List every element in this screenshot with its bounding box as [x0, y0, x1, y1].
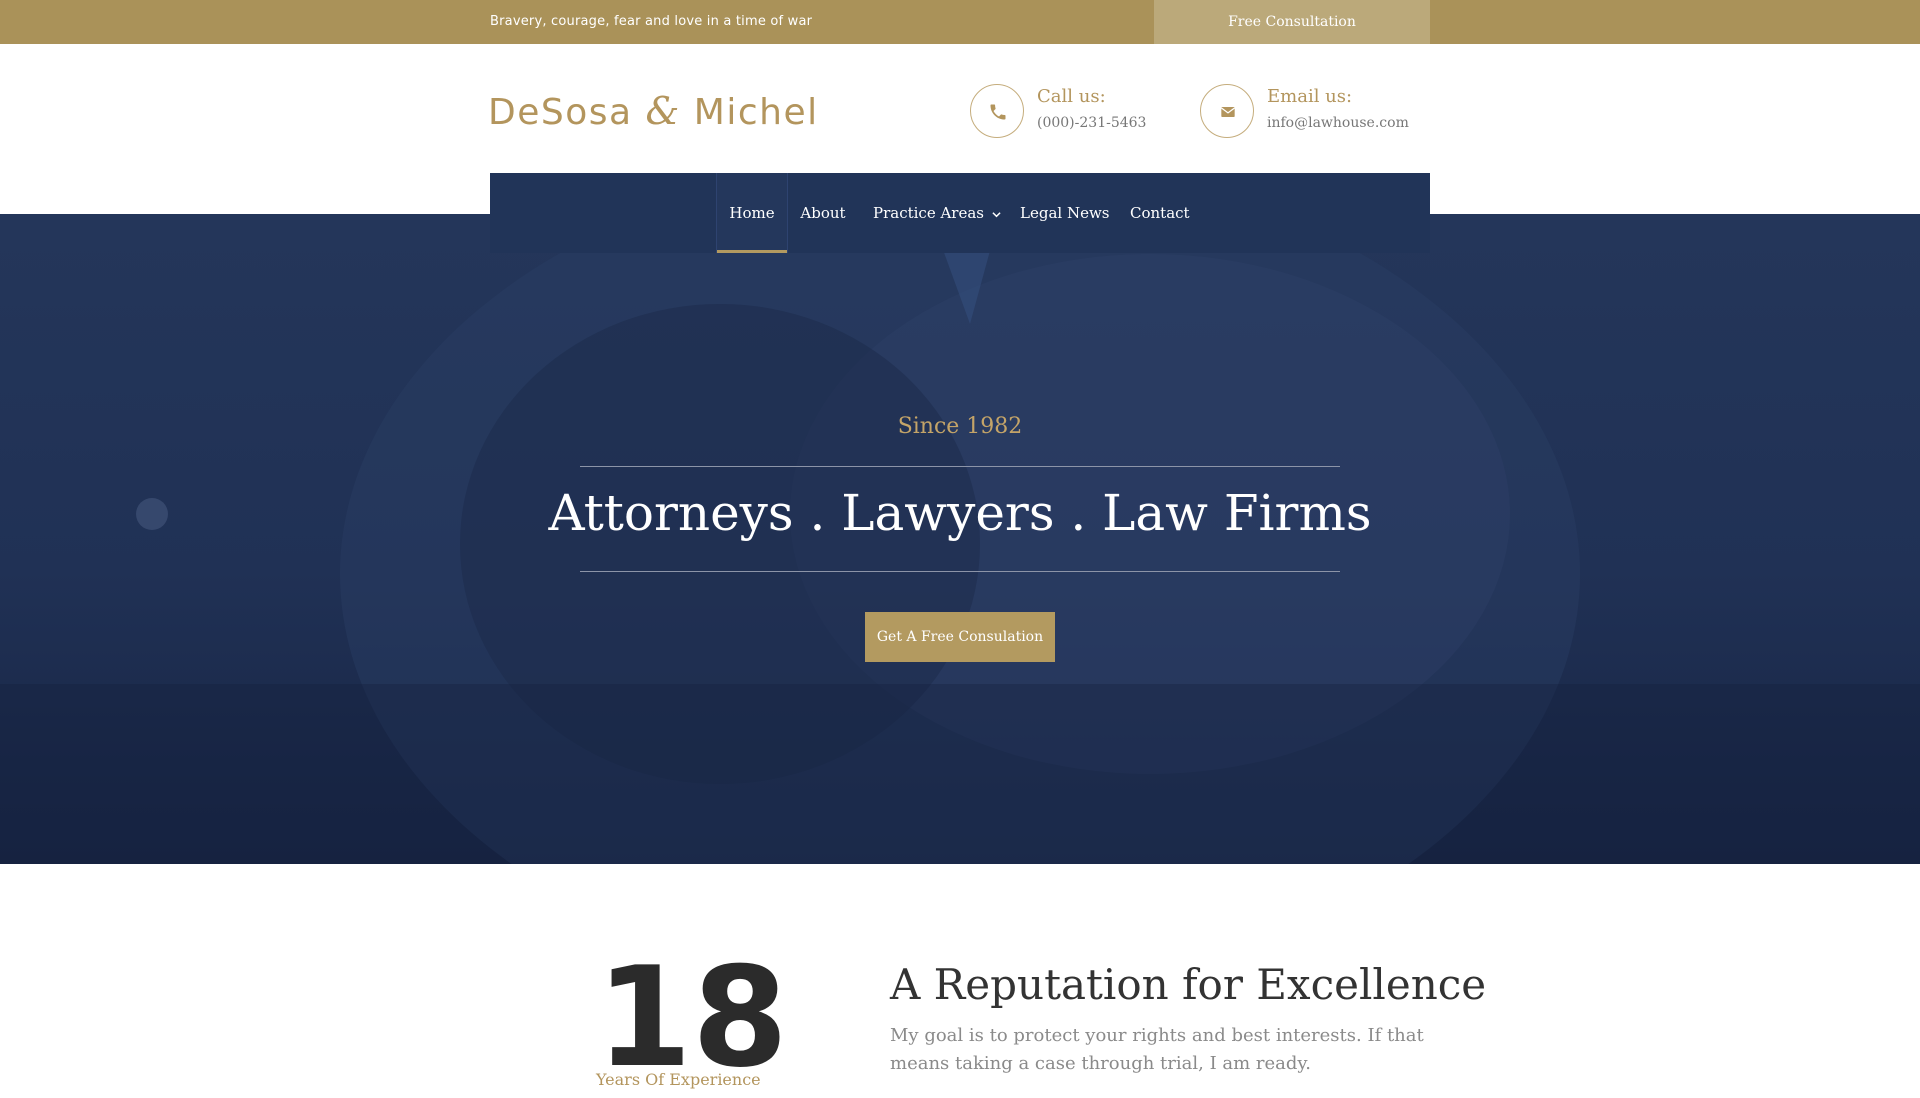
free-consultation-button[interactable]: Free Consultation	[1154, 0, 1430, 44]
nav-item-legal-news[interactable]: Legal News	[1020, 173, 1110, 253]
nav-item-practice-areas-label: Practice Areas	[873, 204, 984, 222]
phone-icon-circle	[970, 84, 1024, 138]
hero-divider-bottom	[580, 571, 1340, 572]
logo-text-right: Michel	[693, 92, 819, 133]
tagline: Bravery, courage, fear and love in a tim…	[490, 14, 813, 29]
nav-item-about[interactable]: About	[798, 173, 848, 253]
main-nav: Home About Practice Areas Legal News Con…	[490, 173, 1430, 253]
call-us-label: Call us:	[1037, 86, 1106, 107]
email-address[interactable]: info@lawhouse.com	[1267, 115, 1409, 131]
hero-divider-top	[580, 466, 1340, 467]
chevron-down-icon	[992, 174, 1001, 254]
logo-ampersand: &	[645, 89, 681, 133]
site-logo[interactable]: DeSosa & Michel	[488, 86, 819, 136]
email-us-label: Email us:	[1267, 86, 1353, 107]
envelope-icon-circle	[1200, 84, 1254, 138]
hero-title: Attorneys . Lawyers . Law Firms	[548, 484, 1372, 542]
get-free-consultation-button[interactable]: Get A Free Consulation	[865, 612, 1055, 662]
nav-item-practice-areas[interactable]: Practice Areas	[873, 173, 1001, 254]
nav-item-contact[interactable]: Contact	[1130, 173, 1190, 253]
top-bar: Bravery, courage, fear and love in a tim…	[0, 0, 1920, 44]
phone-icon	[990, 104, 1006, 120]
hero-section: Since 1982 Attorneys . Lawyers . Law Fir…	[0, 214, 1920, 864]
experience-number: 18	[596, 937, 789, 1098]
section-title: A Reputation for Excellence	[890, 960, 1487, 1009]
section-text: My goal is to protect your rights and be…	[890, 1025, 1424, 1074]
envelope-icon	[1220, 107, 1236, 117]
phone-number[interactable]: (000)-231-5463	[1037, 115, 1146, 131]
nav-item-home[interactable]: Home	[716, 173, 788, 253]
hero-since: Since 1982	[897, 414, 1023, 439]
logo-text-left: DeSosa	[488, 92, 633, 133]
